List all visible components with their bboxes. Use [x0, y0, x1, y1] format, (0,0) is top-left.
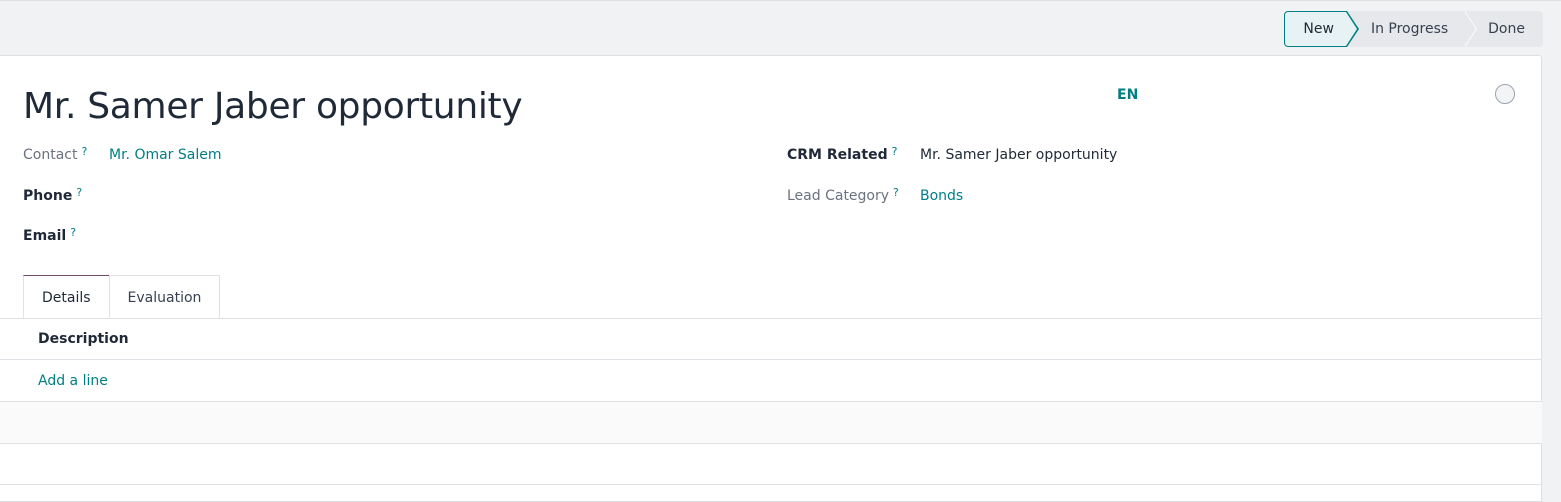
contact-label: Contact: [23, 147, 78, 163]
phone-help-icon[interactable]: ?: [76, 186, 82, 199]
header-divider: [0, 359, 1542, 360]
empty-table-row: [0, 444, 1542, 485]
notebook-tabs: Details Evaluation: [23, 275, 221, 319]
tab-evaluation[interactable]: Evaluation: [108, 275, 221, 319]
empty-table-row: [0, 402, 1542, 443]
language-button[interactable]: EN: [1117, 87, 1138, 103]
lead-category-label: Lead Category: [787, 188, 890, 204]
lead-category-help-icon[interactable]: ?: [893, 186, 899, 199]
crm-related-field: CRM Related ? Mr. Samer Jaber opportunit…: [787, 145, 1117, 163]
stage-done-label: Done: [1488, 21, 1525, 37]
crm-related-help-icon[interactable]: ?: [892, 145, 898, 158]
add-line-button[interactable]: Add a line: [38, 373, 108, 389]
stage-new-label: New: [1303, 21, 1334, 37]
email-label: Email: [23, 228, 67, 244]
stage-in-progress-button[interactable]: In Progress: [1346, 11, 1478, 47]
tab-details[interactable]: Details: [23, 275, 110, 319]
email-field: Email ?: [23, 226, 76, 244]
email-help-icon[interactable]: ?: [70, 226, 76, 239]
contact-help-icon[interactable]: ?: [81, 145, 87, 158]
contact-field: Contact ? Mr. Omar Salem: [23, 145, 222, 163]
lead-category-field: Lead Category ? Bonds: [787, 186, 963, 204]
stage-in-progress-label: In Progress: [1370, 21, 1449, 37]
crm-related-value[interactable]: Mr. Samer Jaber opportunity: [920, 147, 1117, 163]
status-bar: New In Progress Done: [1284, 11, 1543, 47]
tab-evaluation-label: Evaluation: [127, 289, 202, 306]
tab-details-label: Details: [42, 289, 91, 306]
phone-field: Phone ?: [23, 186, 82, 204]
description-column-header[interactable]: Description: [38, 331, 129, 347]
priority-circle-icon[interactable]: [1495, 84, 1515, 104]
stage-new-button[interactable]: New: [1284, 11, 1359, 47]
control-panel: New In Progress Done: [0, 0, 1561, 55]
form-sheet: Mr. Samer Jaber opportunity EN Contact ?…: [0, 55, 1542, 502]
crm-related-label: CRM Related: [787, 147, 888, 163]
row-divider: [0, 484, 1542, 485]
phone-label: Phone: [23, 188, 73, 204]
lead-category-value[interactable]: Bonds: [920, 188, 963, 204]
tabs-divider: [0, 318, 1542, 319]
contact-value[interactable]: Mr. Omar Salem: [109, 147, 222, 163]
record-title[interactable]: Mr. Samer Jaber opportunity: [23, 86, 523, 127]
